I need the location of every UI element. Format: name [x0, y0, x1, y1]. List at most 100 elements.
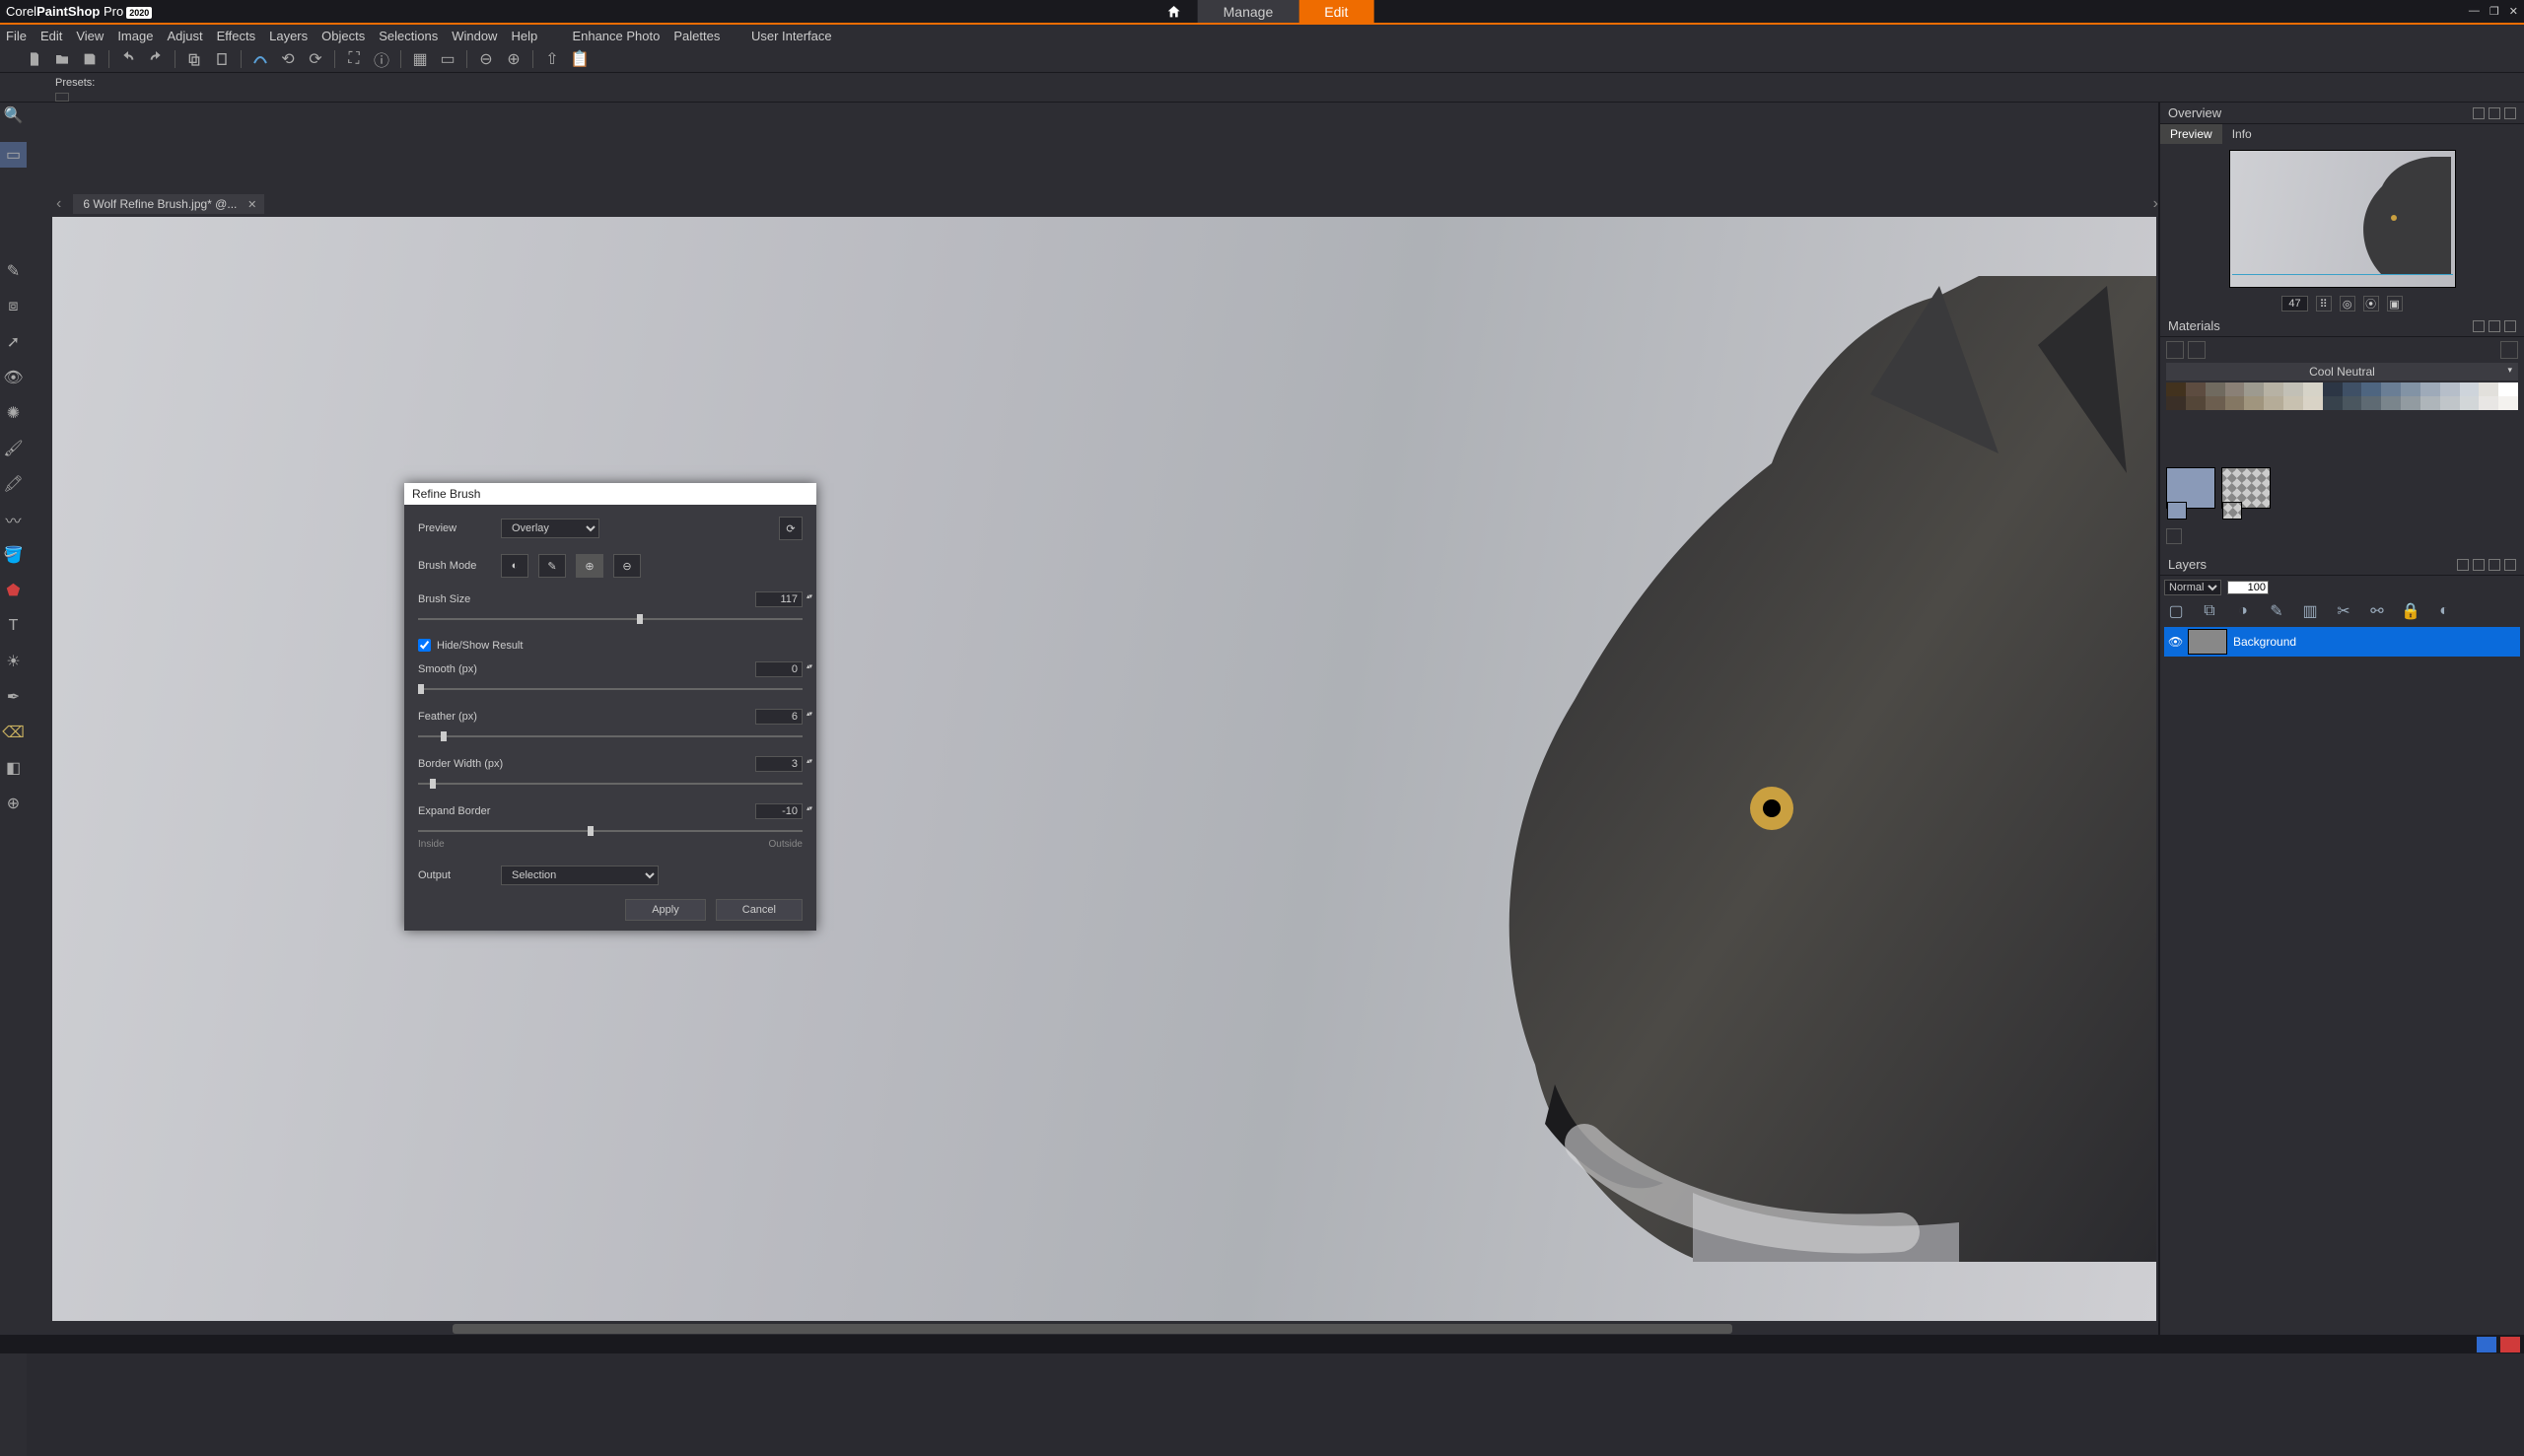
panel-close-icon[interactable]: [2504, 320, 2516, 332]
straighten-tool-icon[interactable]: ➚: [5, 333, 23, 351]
swatch[interactable]: [2343, 382, 2362, 396]
rotate-right-icon[interactable]: ⟳: [305, 48, 326, 70]
output-select[interactable]: Selection: [501, 866, 659, 885]
zoom-out-icon[interactable]: ⊖: [475, 48, 497, 70]
swatch[interactable]: [2361, 382, 2381, 396]
swatch[interactable]: [2440, 382, 2460, 396]
add-tool-icon[interactable]: ⊕: [5, 795, 23, 812]
materials-mode-1-icon[interactable]: [2166, 341, 2184, 359]
swatch[interactable]: [2479, 396, 2498, 410]
swatch[interactable]: [2498, 396, 2518, 410]
swatch[interactable]: [2401, 382, 2420, 396]
menu-layers[interactable]: Layers: [269, 29, 308, 43]
visibility-icon[interactable]: 👁: [2168, 635, 2182, 649]
clipboard-icon[interactable]: 📋: [569, 48, 591, 70]
hide-show-checkbox[interactable]: [418, 639, 431, 652]
zoom-value[interactable]: 47: [2281, 296, 2307, 312]
brush-mode-3-icon[interactable]: ⊕: [576, 554, 603, 578]
cancel-button[interactable]: Cancel: [716, 899, 803, 921]
swatch[interactable]: [2206, 382, 2225, 396]
resize-icon[interactable]: ⛶: [343, 48, 365, 70]
selection-tool-icon[interactable]: ▭: [0, 142, 27, 168]
swatch[interactable]: [2166, 396, 2186, 410]
swatch[interactable]: [2498, 382, 2518, 396]
duplicate-layer-icon[interactable]: ⧉: [2200, 601, 2219, 621]
panel-pin-icon[interactable]: [2473, 559, 2485, 571]
clone-tool-icon[interactable]: ✺: [5, 404, 23, 422]
expand-border-slider[interactable]: [418, 825, 803, 837]
blend-mode-select[interactable]: Normal: [2164, 580, 2221, 595]
swatch-grid[interactable]: [2166, 382, 2518, 410]
link-layer-icon[interactable]: ⚯: [2367, 601, 2387, 621]
menu-enhance-photo[interactable]: Enhance Photo: [572, 29, 660, 43]
group-layer-icon[interactable]: ▥: [2300, 601, 2320, 621]
menu-help[interactable]: Help: [511, 29, 537, 43]
overview-tab-info[interactable]: Info: [2222, 124, 2262, 144]
close-tab-icon[interactable]: ✕: [247, 198, 256, 211]
new-layer-icon[interactable]: ▢: [2166, 601, 2186, 621]
brush-icon[interactable]: [249, 48, 271, 70]
panel-maximize-icon[interactable]: [2489, 107, 2500, 119]
home-tab[interactable]: [1151, 0, 1198, 23]
swatch[interactable]: [2283, 382, 2303, 396]
lock-layer-icon[interactable]: 🔒: [2401, 601, 2420, 621]
foreground-swatch[interactable]: [2166, 467, 2215, 509]
layer-styles-icon[interactable]: ◐: [2434, 601, 2454, 621]
smudge-tool-icon[interactable]: 〰: [5, 511, 23, 528]
gradient-tool-icon[interactable]: ◧: [5, 759, 23, 777]
pen-tool-icon[interactable]: ✒: [5, 688, 23, 706]
swatch[interactable]: [2361, 396, 2381, 410]
menu-file[interactable]: File: [6, 29, 27, 43]
effects-layer-icon[interactable]: ✎: [2267, 601, 2286, 621]
zoom-tool-icon[interactable]: 🔍: [5, 106, 23, 124]
redo-icon[interactable]: [145, 48, 167, 70]
materials-mode-2-icon[interactable]: [2188, 341, 2206, 359]
horizontal-scrollbar[interactable]: [27, 1323, 2158, 1335]
background-swatch[interactable]: [2221, 467, 2271, 509]
swatch[interactable]: [2264, 396, 2283, 410]
swatch[interactable]: [2166, 382, 2186, 396]
swatch[interactable]: [2479, 382, 2498, 396]
open-icon[interactable]: [51, 48, 73, 70]
tab-edit[interactable]: Edit: [1298, 0, 1373, 23]
paint-tool-icon[interactable]: 🖍: [5, 475, 23, 493]
panel-minimize-icon[interactable]: [2457, 559, 2469, 571]
brush-tool-icon[interactable]: 🖌: [5, 440, 23, 457]
layer-row-background[interactable]: 👁 Background: [2164, 627, 2520, 657]
apply-button[interactable]: Apply: [625, 899, 706, 921]
menu-effects[interactable]: Effects: [217, 29, 256, 43]
swatch[interactable]: [2244, 382, 2264, 396]
brush-mode-2-icon[interactable]: ✎: [538, 554, 566, 578]
menu-image[interactable]: Image: [117, 29, 153, 43]
zoom-window-icon[interactable]: ▣: [2387, 296, 2403, 312]
swatch[interactable]: [2323, 396, 2343, 410]
save-icon[interactable]: [79, 48, 101, 70]
copy-icon[interactable]: [183, 48, 205, 70]
swatch[interactable]: [2343, 396, 2362, 410]
swatch[interactable]: [2225, 382, 2245, 396]
background-mini-swatch[interactable]: [2222, 502, 2242, 520]
mask-layer-icon[interactable]: ◑: [2233, 601, 2253, 621]
swatch[interactable]: [2420, 382, 2440, 396]
opacity-field[interactable]: 100: [2227, 581, 2269, 594]
fill-tool-icon[interactable]: 🪣: [5, 546, 23, 564]
zoom-actual-icon[interactable]: ⦿: [2363, 296, 2379, 312]
overview-thumbnail[interactable]: [2229, 150, 2456, 288]
delete-layer-icon[interactable]: ✂: [2334, 601, 2353, 621]
dropper-tool-icon[interactable]: ✎: [5, 262, 23, 280]
undo-icon[interactable]: [117, 48, 139, 70]
maximize-button[interactable]: ❐: [2489, 5, 2499, 18]
minimize-button[interactable]: —: [2469, 5, 2480, 18]
swap-colors-icon[interactable]: [2166, 528, 2182, 544]
light-tool-icon[interactable]: ☀: [5, 653, 23, 670]
new-icon[interactable]: [24, 48, 45, 70]
menu-view[interactable]: View: [76, 29, 104, 43]
zoom-spinner-icon[interactable]: ⠿: [2316, 296, 2332, 312]
reset-icon[interactable]: ⟳: [779, 517, 803, 540]
upload-icon[interactable]: ⇧: [541, 48, 563, 70]
ruler-icon[interactable]: ▭: [437, 48, 458, 70]
preview-select[interactable]: Overlay: [501, 519, 599, 538]
overview-tab-preview[interactable]: Preview: [2160, 124, 2222, 144]
swatch[interactable]: [2206, 396, 2225, 410]
shape-tool-icon[interactable]: ⬟: [5, 582, 23, 599]
